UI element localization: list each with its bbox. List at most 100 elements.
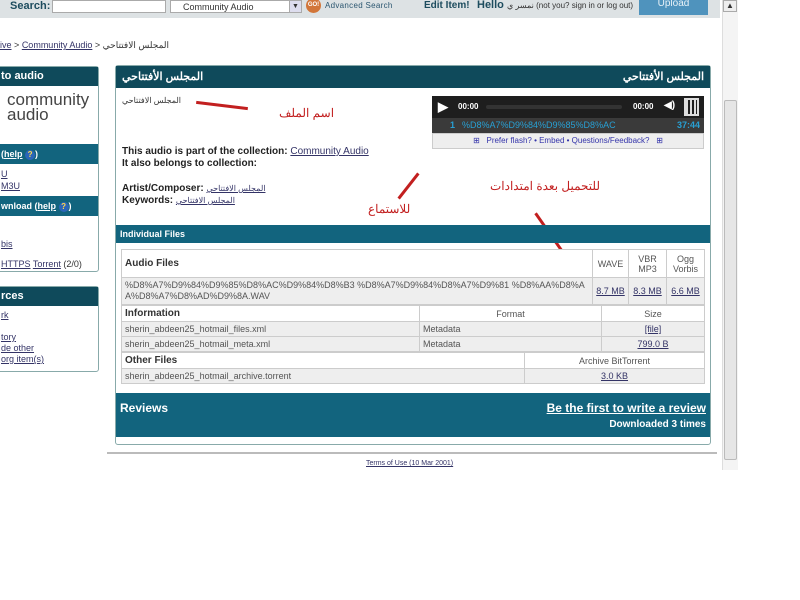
col-wave: WAVE xyxy=(592,249,629,278)
artist-link[interactable]: المجلس الافتتاحي xyxy=(206,184,265,193)
track-duration: 37:44 xyxy=(676,120,700,130)
size-header: Size xyxy=(601,305,705,322)
collection-label: This audio is part of the collection: xyxy=(122,146,288,157)
annotation-arrow xyxy=(397,172,420,200)
audio-file-name: %D8%A7%D9%84%D9%85%D8%AC%D9%84%D8%B3 %D8… xyxy=(121,277,593,305)
help-icon: ? xyxy=(25,150,36,160)
keywords-link[interactable]: المجلس الافتتاحي xyxy=(176,196,235,205)
download-count: Downloaded 3 times xyxy=(609,419,706,430)
stream-m3u-link[interactable]: U xyxy=(1,169,8,179)
other-files-table: Other Files Archive BitTorrent sherin_abd… xyxy=(121,352,705,384)
edit-item-link[interactable]: Edit Item! xyxy=(424,0,470,11)
item-name: المجلس الافتتاحي xyxy=(122,96,182,105)
other-files-header: Other Files xyxy=(121,352,525,369)
also-belongs-label: It also belongs to collection: xyxy=(122,158,258,169)
sidebar-title: to audio xyxy=(0,67,98,86)
format-header: Format xyxy=(419,305,602,322)
upload-button[interactable]: Upload xyxy=(639,0,708,15)
breadcrumb: ive > Community Audio > المجلس الافتتاحي xyxy=(0,40,169,51)
search-input[interactable] xyxy=(52,0,166,13)
username: نمسر ي xyxy=(507,1,534,10)
torrent-size-link[interactable]: 3.0 KB xyxy=(601,371,628,381)
annotation-listen: للاستماع xyxy=(368,202,411,216)
write-review-link[interactable]: Be the first to write a review xyxy=(547,401,706,415)
sidebar-audio-box: to audio community audio (help ?) U M3U … xyxy=(0,66,99,272)
current-time: 00:00 xyxy=(458,102,479,111)
user-info: نمسر ي (not you? sign in or log out) xyxy=(507,1,633,10)
file-name: sherin_abdeen25_hotmail_meta.xml xyxy=(121,336,420,352)
item-title-right: المجلس الأفتتاحي xyxy=(622,71,704,83)
artist-label: Artist/Composer: xyxy=(122,183,204,194)
reviews-title: Reviews xyxy=(120,401,169,415)
file-name: sherin_abdeen25_hotmail_archive.torrent xyxy=(121,368,525,384)
sidebar-sources-box: rces rk tory de other org item(s) xyxy=(0,286,99,372)
play-icon[interactable]: ▶ xyxy=(438,99,448,115)
audio-files-table: Audio Files WAVE VBR MP3 Ogg Vorbis %D8%… xyxy=(121,249,705,305)
sign-in-note[interactable]: (not you? sign in or log out) xyxy=(536,1,633,10)
source-link[interactable]: org item(s) xyxy=(1,354,44,364)
breadcrumb-separator: > xyxy=(94,40,101,50)
download-ogg-link[interactable]: bis xyxy=(1,239,13,249)
information-header: Information xyxy=(121,305,420,322)
collection-info: This audio is part of the collection: Co… xyxy=(122,146,369,207)
progress-track[interactable] xyxy=(486,105,622,109)
annotation-download-formats: للتحميل بعدة امتدادات xyxy=(490,179,601,193)
annotation-file-name: اسم الملف xyxy=(279,106,335,120)
keywords-label: Keywords: xyxy=(122,195,174,206)
source-link[interactable]: de other xyxy=(1,343,34,353)
search-label: Search: xyxy=(10,0,51,12)
playlist-icon[interactable] xyxy=(684,98,699,116)
scroll-up-arrow-icon[interactable]: ▲ xyxy=(723,0,737,12)
archive-bittorrent-header: Archive BitTorrent xyxy=(524,352,705,369)
table-row: sherin_abdeen25_hotmail_archive.torrent 3… xyxy=(121,368,705,384)
track-name: %D8%A7%D9%84%D9%85%D8%AC xyxy=(462,120,616,130)
file-size-link[interactable]: [file] xyxy=(645,324,662,334)
source-link[interactable]: rk xyxy=(1,310,9,320)
volume-icon[interactable]: ◀) xyxy=(664,100,675,111)
source-link[interactable]: tory xyxy=(1,332,16,342)
download-help-link[interactable]: help xyxy=(38,201,57,211)
footer-divider xyxy=(107,452,717,454)
breadcrumb-archive[interactable]: ive xyxy=(0,40,12,50)
audio-player: ▶ 00:00 00:00 ◀) 1 %D8%A7%D9%84%D9%85%D8… xyxy=(432,96,704,151)
stream-help-link[interactable]: help xyxy=(4,149,23,159)
terms-of-use-link[interactable]: Terms of Use (10 Mar 2001) xyxy=(366,460,453,467)
item-panel: المجلس الأفتتاحي المجلس الأفتتاحي المجلس … xyxy=(115,65,711,445)
playlist-item[interactable]: 1 %D8%A7%D9%84%D9%85%D8%AC 37:44 xyxy=(432,118,704,133)
breadcrumb-separator: > xyxy=(14,40,20,50)
sources-title: rces xyxy=(0,287,98,306)
download-section-header: wnload (help ?) xyxy=(0,196,98,216)
collection-select-value: Community Audio xyxy=(183,2,254,12)
go-button[interactable]: GO! xyxy=(306,0,321,13)
player-links-text[interactable]: Prefer flash? • Embed • Questions/Feedba… xyxy=(486,136,649,145)
expand-icon[interactable]: ⊞ xyxy=(473,136,480,145)
stream-vbr-m3u-link[interactable]: M3U xyxy=(1,181,20,191)
https-link[interactable]: HTTPS xyxy=(1,259,31,269)
hello-label: Hello xyxy=(477,0,504,11)
wave-download-link[interactable]: 8.7 MB xyxy=(596,286,625,296)
total-time: 00:00 xyxy=(633,102,654,111)
expand-icon[interactable]: ⊞ xyxy=(656,136,663,145)
item-title: المجلس الأفتتاحي xyxy=(122,71,204,83)
ogg-download-link[interactable]: 6.6 MB xyxy=(671,286,700,296)
annotation-arrow xyxy=(196,100,248,111)
table-row: sherin_abdeen25_hotmail_meta.xml Metadata… xyxy=(121,336,705,352)
breadcrumb-collection[interactable]: Community Audio xyxy=(22,40,93,50)
track-number: 1 xyxy=(450,120,456,130)
stream-section-header: (help ?) xyxy=(0,144,98,164)
files-section: Audio Files WAVE VBR MP3 Ogg Vorbis %D8%… xyxy=(121,249,705,384)
mp3-download-link[interactable]: 8.3 MB xyxy=(633,286,662,296)
file-name: sherin_abdeen25_hotmail_files.xml xyxy=(121,321,420,337)
scrollbar-thumb[interactable] xyxy=(724,100,737,460)
torrent-link[interactable]: Torrent xyxy=(33,259,61,269)
collection-link[interactable]: Community Audio xyxy=(290,146,368,157)
col-ogg-vorbis: Ogg Vorbis xyxy=(666,249,705,278)
audio-files-header: Audio Files xyxy=(121,249,593,278)
collection-select[interactable]: Community Audio ▼ xyxy=(170,0,302,13)
file-size-link[interactable]: 799.0 B xyxy=(637,339,668,349)
file-format: Metadata xyxy=(419,321,602,337)
player-controls: ▶ 00:00 00:00 ◀) xyxy=(432,96,704,118)
advanced-search-link[interactable]: Advanced Search xyxy=(325,1,393,10)
information-table: Information Format Size sherin_abdeen25_ho… xyxy=(121,305,705,352)
table-row: sherin_abdeen25_hotmail_files.xml Metadat… xyxy=(121,321,705,337)
